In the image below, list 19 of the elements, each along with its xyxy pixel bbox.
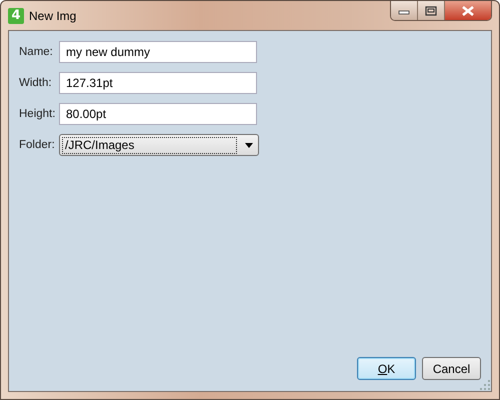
close-button[interactable] xyxy=(445,1,491,20)
close-icon xyxy=(461,6,475,16)
minimize-button[interactable] xyxy=(391,1,418,20)
dialog-button[interactable]: OK xyxy=(357,357,416,380)
maximize-icon xyxy=(425,6,437,16)
folder-dropdown[interactable]: /JRC/Images xyxy=(59,134,259,156)
resize-grip-icon[interactable] xyxy=(480,380,490,390)
window-title: New Img xyxy=(29,8,76,22)
dialog-button[interactable]: Cancel xyxy=(422,357,481,380)
field-label: Width: xyxy=(19,77,53,89)
maximize-button[interactable] xyxy=(418,1,445,20)
field-label: Name: xyxy=(19,46,54,58)
field-label: Height: xyxy=(19,108,55,120)
input-field[interactable]: 80.00pt xyxy=(59,103,257,125)
input-field[interactable]: my new dummy xyxy=(59,41,257,63)
app-icon: 4 xyxy=(8,8,24,24)
field-label: Folder: xyxy=(19,139,55,151)
input-field[interactable]: 127.31pt xyxy=(59,72,257,94)
caret-icon xyxy=(245,142,253,148)
